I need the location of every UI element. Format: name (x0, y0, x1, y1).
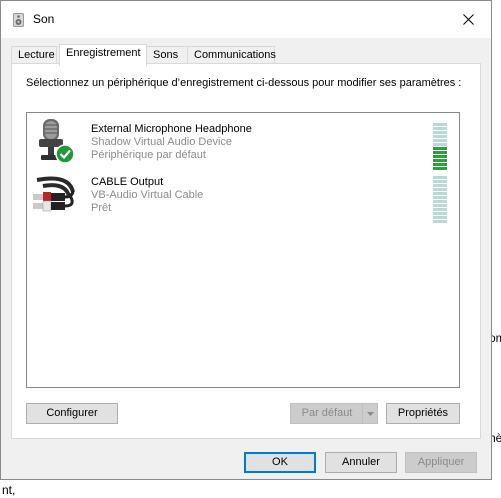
set-default-split-button[interactable]: Par défaut (290, 403, 378, 424)
title-bar: Son (1, 1, 491, 38)
tab-enregistrement[interactable]: Enregistrement (59, 44, 147, 66)
properties-button[interactable]: Propriétés (386, 403, 460, 424)
level-meter-segment (433, 180, 447, 183)
chevron-down-icon[interactable] (362, 404, 377, 423)
default-check-icon (55, 144, 75, 164)
microphone-icon (39, 119, 75, 164)
level-meter-segment (433, 139, 447, 142)
device-status: Périphérique par défaut (91, 149, 206, 161)
level-meter-segment (433, 220, 447, 223)
level-meter-segment (433, 131, 447, 134)
level-meter-segment (433, 123, 447, 126)
level-meter-segment (433, 159, 447, 162)
close-icon (462, 13, 474, 25)
device-status: Prêt (91, 202, 112, 214)
set-default-label: Par défaut (301, 407, 353, 419)
device-row-cable-output[interactable]: CABLE Output VB-Audio Virtual Cable Prêt (27, 168, 459, 223)
level-meter-segment (433, 155, 447, 158)
level-meter-segment (433, 163, 447, 166)
level-meter-segment (433, 216, 447, 219)
ok-button[interactable]: OK (244, 452, 316, 473)
device-driver: VB-Audio Virtual Cable (91, 189, 204, 201)
level-meter-segment (433, 208, 447, 211)
level-meter (433, 123, 447, 171)
speaker-icon (13, 13, 24, 27)
close-button[interactable] (445, 1, 491, 37)
device-list: External Microphone Headphone Shadow Vir… (26, 112, 460, 388)
device-driver: Shadow Virtual Audio Device (91, 136, 233, 148)
level-meter-segment (433, 143, 447, 146)
level-meter-segment (433, 200, 447, 203)
rca-cable-icon (33, 176, 75, 212)
configure-button[interactable]: Configurer (26, 403, 118, 424)
level-meter-segment (433, 184, 447, 187)
tab-communications[interactable]: Communications (187, 46, 276, 64)
cancel-button[interactable]: Annuler (325, 452, 397, 473)
level-meter-segment (433, 135, 447, 138)
level-meter-segment (433, 151, 447, 154)
level-meter-segment (433, 176, 447, 179)
level-meter-segment (433, 127, 447, 130)
level-meter-segment (433, 212, 447, 215)
device-name: External Microphone Headphone (91, 123, 252, 135)
recording-panel: Sélectionnez un périphérique d’enregistr… (11, 63, 481, 439)
level-meter-segment (433, 147, 447, 150)
level-meter-segment (433, 192, 447, 195)
device-info: External Microphone Headphone Shadow Vir… (91, 123, 252, 162)
background-window-strip (492, 0, 501, 498)
instruction-text: Sélectionnez un périphérique d’enregistr… (26, 77, 462, 89)
device-info: CABLE Output VB-Audio Virtual Cable Prêt (91, 176, 203, 215)
device-row-external-microphone[interactable]: External Microphone Headphone Shadow Vir… (27, 115, 459, 170)
background-text-fragment: nt, (2, 483, 16, 497)
level-meter-segment (433, 188, 447, 191)
window-title: Son (33, 12, 55, 26)
level-meter-segment (433, 196, 447, 199)
tab-lecture[interactable]: Lecture (11, 46, 57, 64)
level-meter-segment (433, 204, 447, 207)
level-meter (433, 176, 447, 224)
tab-sons[interactable]: Sons (146, 46, 188, 64)
device-name: CABLE Output (91, 176, 164, 188)
apply-button[interactable]: Appliquer (405, 452, 477, 473)
sound-dialog: Son Lecture Enregistrement Sons Communic… (0, 0, 492, 480)
